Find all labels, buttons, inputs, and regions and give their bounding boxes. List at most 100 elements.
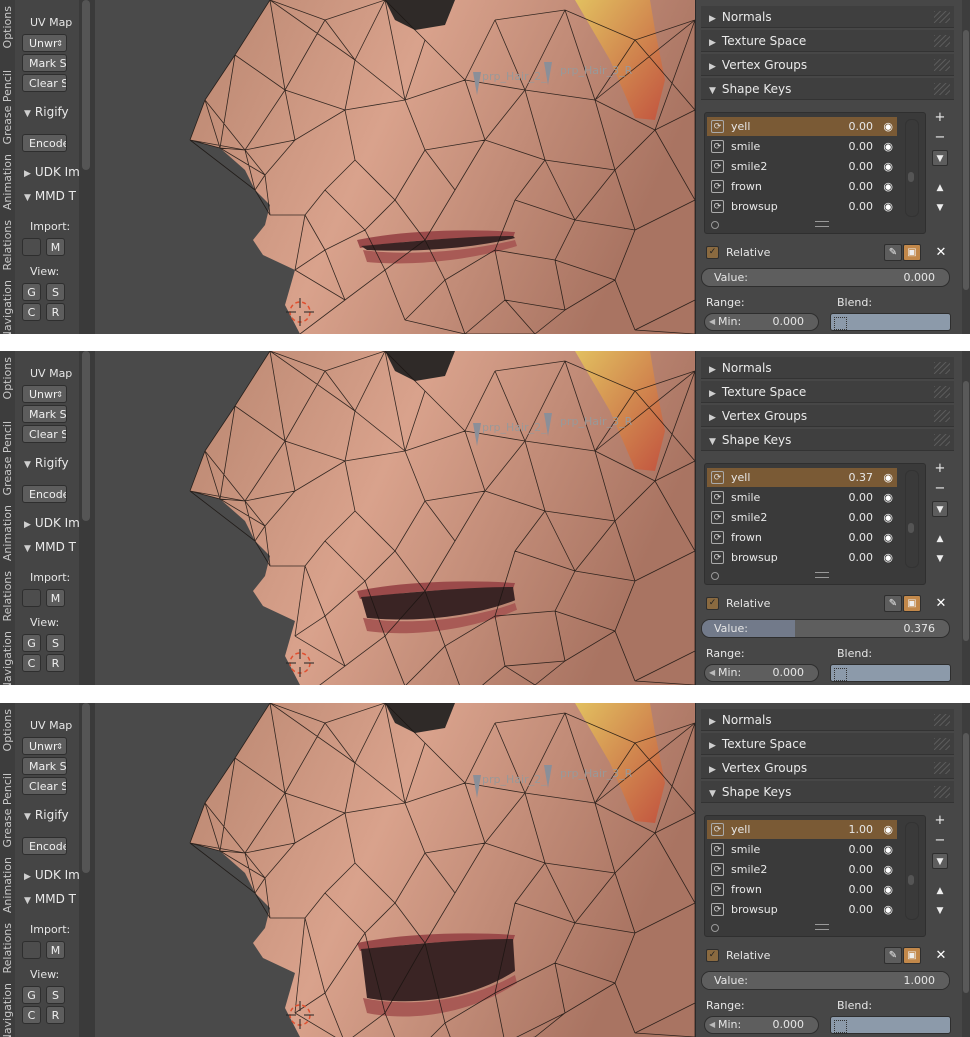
view-r-button[interactable]: R	[46, 1006, 65, 1024]
eye-icon[interactable]: ◉	[883, 468, 893, 487]
vertex-groups-panel-header[interactable]: ▶ Vertex Groups	[701, 757, 954, 779]
shape-key-name[interactable]: smile2	[731, 157, 767, 176]
vertex-groups-panel-header[interactable]: ▶ Vertex Groups	[701, 405, 954, 427]
shape-key-row[interactable]: ⟳ frown 0.00 ◉	[707, 880, 897, 899]
shape-key-row[interactable]: ⟳ browsup 0.00 ◉	[707, 548, 897, 567]
eye-icon[interactable]: ◉	[883, 177, 893, 196]
shape-key-name[interactable]: smile	[731, 137, 760, 156]
shape-key-value[interactable]: 0.37	[849, 468, 874, 487]
move-down-icon[interactable]: ▼	[932, 200, 948, 216]
pin-icon[interactable]: ✎	[884, 595, 902, 612]
encode-button[interactable]: Encode	[22, 134, 67, 152]
shape-keys-panel-header[interactable]: ▼ Shape Keys	[701, 781, 954, 803]
drag-grip-icon[interactable]	[934, 11, 950, 23]
shape-key-value[interactable]: 0.00	[849, 197, 874, 216]
shape-key-row[interactable]: ⟳ smile 0.00 ◉	[707, 137, 897, 156]
filter-options-icon[interactable]	[711, 924, 719, 932]
shape-key-value[interactable]: 0.00	[849, 548, 874, 567]
drag-grip-icon[interactable]	[934, 738, 950, 750]
tab-relations[interactable]: Relations	[0, 923, 15, 977]
tab-animation[interactable]: Animation	[0, 154, 15, 216]
import-model-button[interactable]	[22, 589, 41, 607]
clear-icon[interactable]: ✕	[932, 595, 950, 612]
view-c-button[interactable]: C	[22, 654, 41, 672]
shape-key-name[interactable]: browsup	[731, 197, 778, 216]
eye-icon[interactable]: ◉	[883, 880, 893, 899]
add-shape-key-button[interactable]: +	[932, 461, 948, 477]
move-up-icon[interactable]: ▲	[932, 883, 948, 899]
pin-icon[interactable]: ✎	[884, 947, 902, 964]
tab-navigation[interactable]: Navigation	[0, 280, 15, 334]
texture-space-panel-header[interactable]: ▶ Texture Space	[701, 30, 954, 52]
import-motion-button[interactable]: M	[46, 941, 65, 959]
tab-options[interactable]: Options	[0, 709, 15, 769]
view-c-button[interactable]: C	[22, 1006, 41, 1024]
list-scrollbar[interactable]	[905, 119, 919, 217]
eye-icon[interactable]: ◉	[883, 488, 893, 507]
remove-shape-key-button[interactable]: −	[932, 130, 948, 146]
texture-space-panel-header[interactable]: ▶ Texture Space	[701, 733, 954, 755]
edit-mode-icon[interactable]: ▣	[903, 595, 921, 612]
import-model-button[interactable]	[22, 941, 41, 959]
eye-icon[interactable]: ◉	[883, 548, 893, 567]
specials-menu-button[interactable]: ▼	[932, 501, 948, 517]
shape-key-name[interactable]: browsup	[731, 548, 778, 567]
eye-icon[interactable]: ◉	[883, 137, 893, 156]
shape-key-row[interactable]: ⟳ yell 1.00 ◉	[707, 820, 897, 839]
list-resize-grip-icon[interactable]	[815, 572, 829, 578]
tab-grease-pencil[interactable]: Grease Pencil	[0, 70, 15, 150]
drag-grip-icon[interactable]	[934, 35, 950, 47]
tool-shelf-scrollbar[interactable]	[79, 0, 95, 334]
shape-key-name[interactable]: smile2	[731, 860, 767, 879]
blend-vertex-group-field[interactable]	[830, 1016, 951, 1034]
value-slider[interactable]: Value: 1.000	[701, 971, 950, 990]
mmd-panel-header[interactable]: ▼ MMD T	[24, 892, 76, 906]
relative-checkbox[interactable]: ✓	[706, 597, 719, 610]
3d-viewport[interactable]: prp_Hair_2_ prp_Hair_3_R	[95, 0, 695, 334]
shape-key-name[interactable]: frown	[731, 177, 762, 196]
import-motion-button[interactable]: M	[46, 238, 65, 256]
list-resize-grip-icon[interactable]	[815, 221, 829, 227]
shape-key-name[interactable]: yell	[731, 820, 750, 839]
clear-seam-button[interactable]: Clear S	[22, 425, 67, 443]
drag-grip-icon[interactable]	[934, 434, 950, 446]
list-scrollbar[interactable]	[905, 822, 919, 920]
view-g-button[interactable]: G	[22, 634, 41, 652]
shape-key-row[interactable]: ⟳ smile2 0.00 ◉	[707, 508, 897, 527]
eye-icon[interactable]: ◉	[883, 860, 893, 879]
move-down-icon[interactable]: ▼	[932, 903, 948, 919]
view-s-button[interactable]: S	[46, 634, 65, 652]
add-shape-key-button[interactable]: +	[932, 110, 948, 126]
view-r-button[interactable]: R	[46, 654, 65, 672]
shape-key-value[interactable]: 0.00	[849, 157, 874, 176]
encode-button[interactable]: Encode	[22, 485, 67, 503]
mark-seam-button[interactable]: Mark S	[22, 405, 67, 423]
value-slider[interactable]: Value: 0.376	[701, 619, 950, 638]
normals-panel-header[interactable]: ▶ Normals	[701, 6, 954, 28]
shape-key-value[interactable]: 0.00	[849, 900, 874, 919]
rigify-panel-header[interactable]: ▼ Rigify	[24, 808, 69, 822]
properties-scrollbar[interactable]	[962, 0, 970, 334]
blend-vertex-group-field[interactable]	[830, 313, 951, 331]
clear-icon[interactable]: ✕	[932, 947, 950, 964]
normals-panel-header[interactable]: ▶ Normals	[701, 357, 954, 379]
drag-grip-icon[interactable]	[934, 762, 950, 774]
blend-vertex-group-field[interactable]	[830, 664, 951, 682]
shape-key-row[interactable]: ⟳ smile 0.00 ◉	[707, 488, 897, 507]
arrow-left-icon[interactable]: ◀	[709, 314, 715, 330]
eye-icon[interactable]: ◉	[883, 528, 893, 547]
clear-icon[interactable]: ✕	[932, 244, 950, 261]
range-min-field[interactable]: ◀ Min: 0.000	[704, 1016, 819, 1034]
shape-key-row[interactable]: ⟳ smile2 0.00 ◉	[707, 860, 897, 879]
list-scrollbar[interactable]	[905, 470, 919, 568]
mark-seam-button[interactable]: Mark S	[22, 54, 67, 72]
properties-scrollbar[interactable]	[962, 703, 970, 1037]
eye-icon[interactable]: ◉	[883, 117, 893, 136]
normals-panel-header[interactable]: ▶ Normals	[701, 709, 954, 731]
drag-grip-icon[interactable]	[934, 410, 950, 422]
clear-seam-button[interactable]: Clear S	[22, 74, 67, 92]
unwrap-button[interactable]: Unwr ⇕	[22, 34, 67, 52]
shape-key-name[interactable]: yell	[731, 468, 750, 487]
tab-navigation[interactable]: Navigation	[0, 983, 15, 1037]
tab-animation[interactable]: Animation	[0, 857, 15, 919]
